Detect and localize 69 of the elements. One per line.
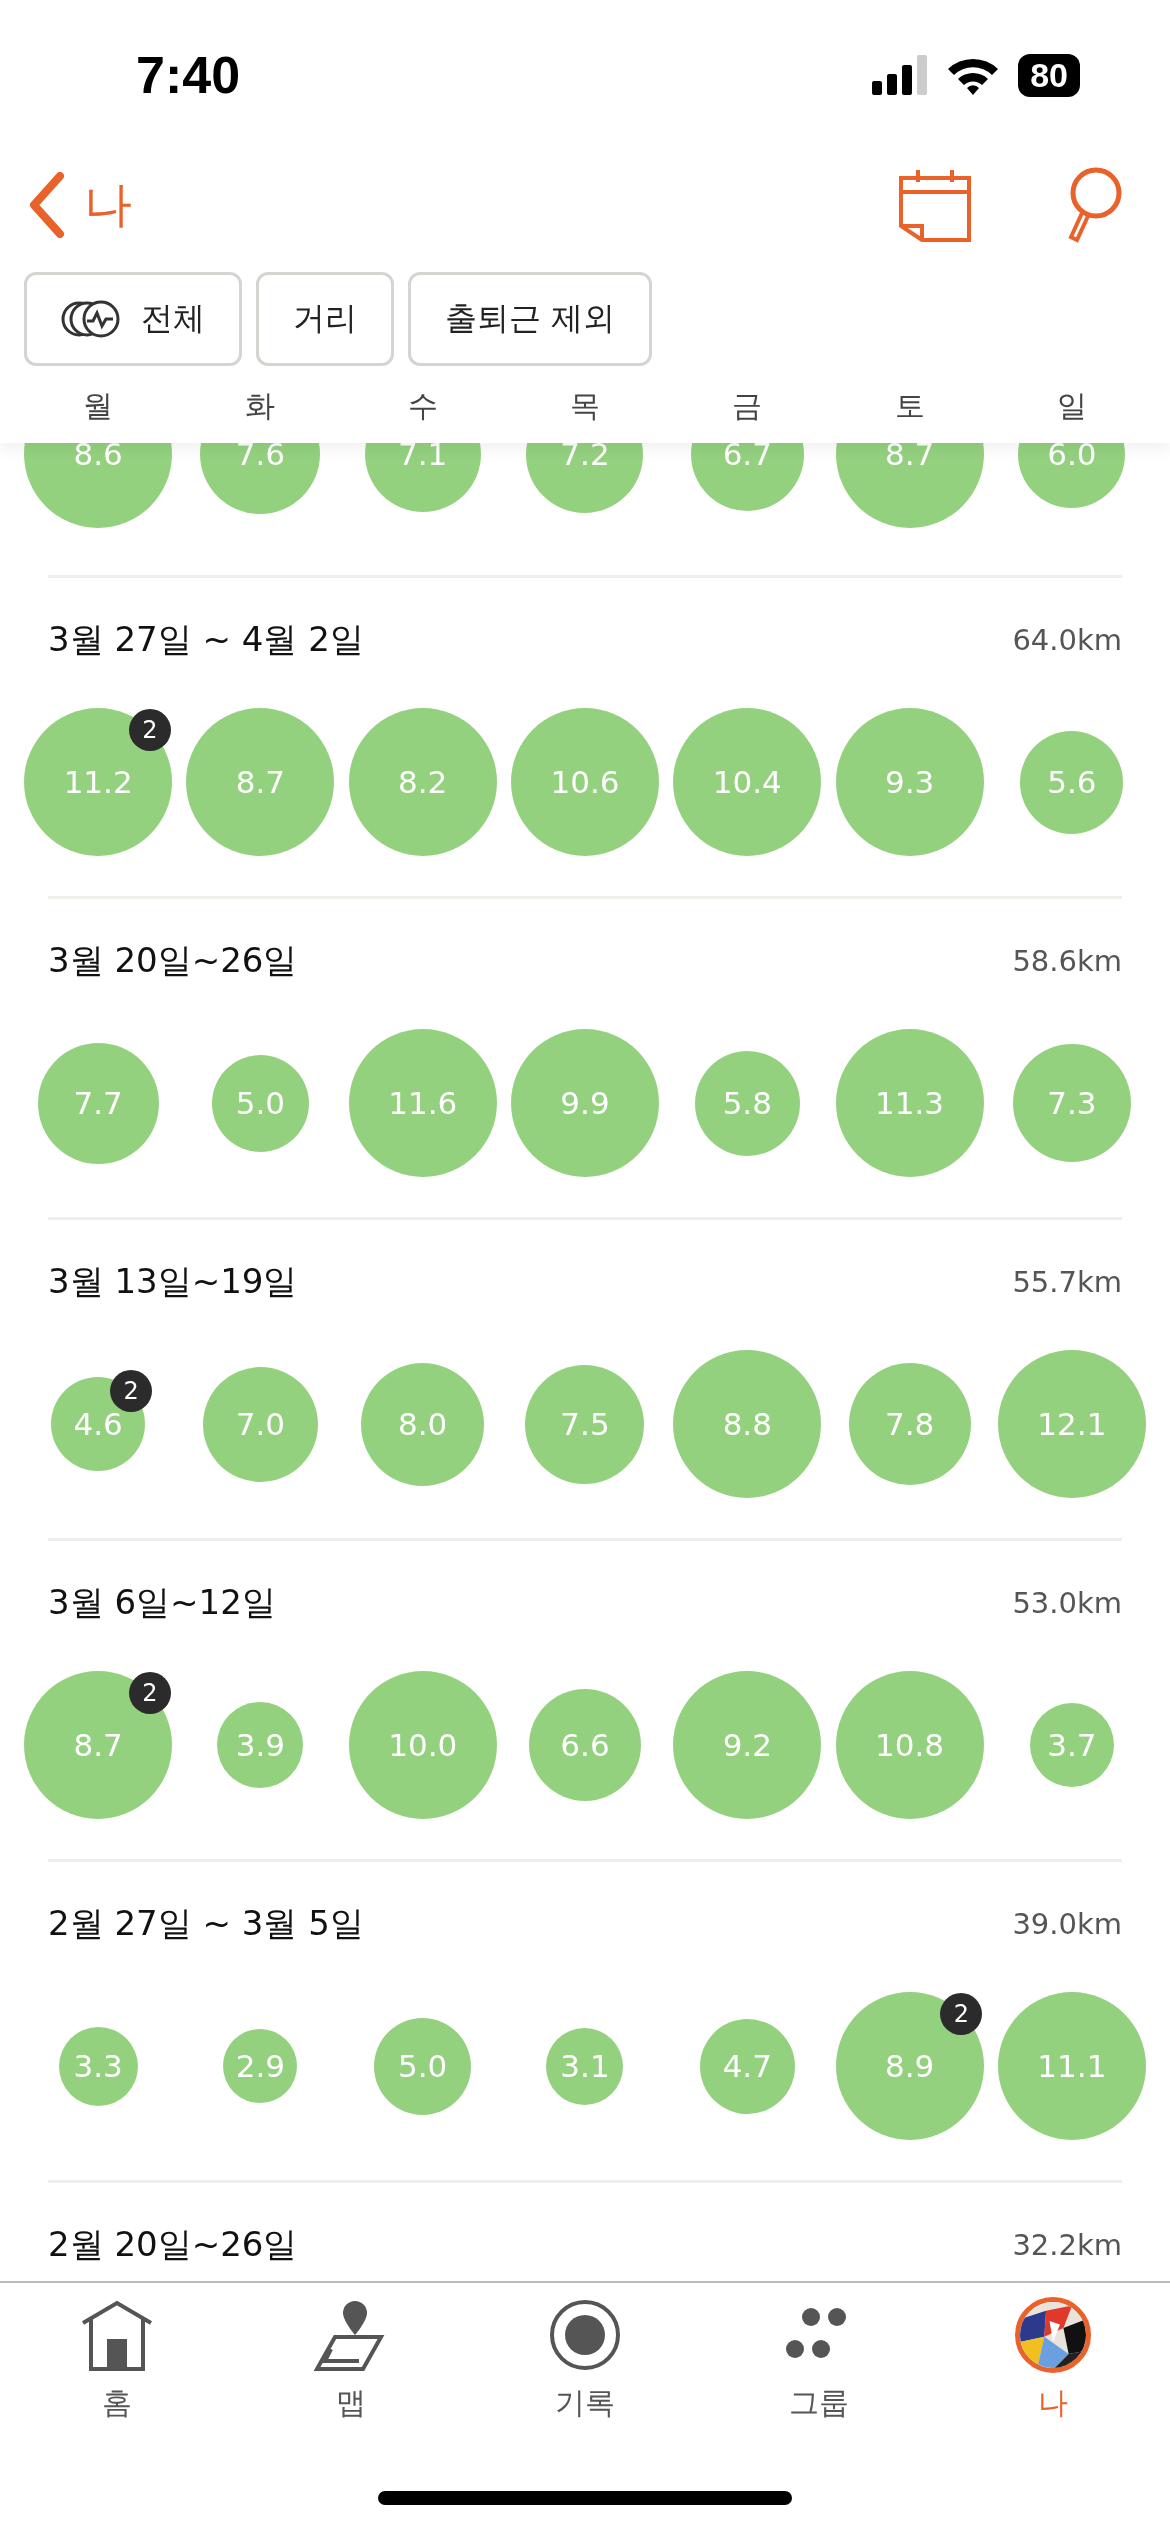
distance-bubble[interactable]: 6.6 <box>529 1689 641 1801</box>
tab-bar-item[interactable]: 맵 <box>234 2297 468 2424</box>
count-badge: 2 <box>128 709 171 752</box>
distance-bubble[interactable]: 11.6 <box>348 1029 497 1177</box>
distance-bubble[interactable]: 11.1 <box>997 1992 1146 2140</box>
weekday-label: 수 <box>406 387 439 425</box>
back-button[interactable]: 나 <box>26 172 132 238</box>
distance-bubble[interactable]: 8.2 <box>348 708 497 856</box>
distance-bubble[interactable]: 9.2 <box>673 1671 822 1819</box>
distance-bubble[interactable]: 4.7 <box>699 2018 795 2114</box>
distance-bubble[interactable]: 8.8 <box>673 1350 822 1498</box>
weekday-label: 토 <box>893 387 926 425</box>
distance-bubble[interactable]: 3.3 <box>58 2026 138 2106</box>
distance-bubble[interactable]: 9.3 <box>835 708 984 856</box>
tab-bar-item[interactable]: 그룹 <box>702 2297 936 2424</box>
week-distance: 58.6km <box>1012 944 1122 978</box>
distance-bubble[interactable]: 10.0 <box>348 1671 497 1819</box>
filter-chip[interactable]: 출퇴근 제외 <box>408 272 653 366</box>
week-distance: 39.0km <box>1012 1907 1122 1941</box>
distance-bubble[interactable]: 10.4 <box>673 708 822 856</box>
count-badge: 2 <box>110 1370 153 1413</box>
distance-bubble[interactable]: 3.9 <box>217 1702 304 1788</box>
weekday-label: 월 <box>82 387 115 425</box>
distance-bubble[interactable]: 3.7 <box>1029 1703 1114 1787</box>
weekday-label: 화 <box>244 387 277 425</box>
distance-bubble[interactable]: 8.0 <box>361 1362 485 1486</box>
distance-bubble[interactable]: 7.1 <box>364 443 481 512</box>
tab-bar-item[interactable]: 나 <box>936 2297 1170 2424</box>
filter-chip[interactable]: 거리 <box>256 272 394 366</box>
signal-icon <box>872 55 929 95</box>
week-title: 3월 27일 ~ 4월 2일 <box>48 618 364 661</box>
distance-bubble[interactable]: 9.9 <box>511 1029 659 1177</box>
distance-bubble[interactable]: 7.8 <box>848 1363 971 1485</box>
filter-chip[interactable]: 전체 <box>24 272 242 366</box>
tab-bar-item[interactable]: 홈 <box>0 2297 234 2424</box>
count-badge: 2 <box>940 1993 983 2036</box>
week-distance: 64.0km <box>1012 623 1122 657</box>
distance-bubble[interactable]: 5.0 <box>211 1054 309 1152</box>
record-icon <box>547 2297 623 2373</box>
distance-bubble[interactable]: 12.1 <box>997 1350 1146 1498</box>
week-title: 3월 13일~19일 <box>48 1260 298 1303</box>
battery-level: 80 <box>1018 53 1080 97</box>
distance-bubble[interactable]: 11.3 <box>835 1029 984 1177</box>
week-title: 3월 20일~26일 <box>48 939 298 982</box>
distance-bubble[interactable]: 8.7 <box>186 708 335 856</box>
weekday-label: 일 <box>1055 387 1088 425</box>
distance-bubble[interactable]: 7.7 <box>37 1042 159 1164</box>
week-title: 2월 20일~26일 <box>48 2223 298 2266</box>
distance-bubble[interactable]: 5.8 <box>694 1050 800 1156</box>
weekday-label: 금 <box>731 387 764 425</box>
week-distance: 55.7km <box>1012 1265 1122 1299</box>
distance-bubble[interactable]: 10.6 <box>511 708 659 856</box>
count-badge: 2 <box>128 1672 171 1715</box>
week-distance: 32.2km <box>1012 2228 1122 2262</box>
distance-bubble[interactable]: 5.0 <box>374 2017 472 2115</box>
distance-bubble[interactable]: 7.0 <box>202 1366 318 1482</box>
distance-bubble[interactable]: 2.9 <box>223 2029 298 2103</box>
calendar-icon[interactable] <box>898 168 972 242</box>
status-time: 7:40 <box>136 45 241 105</box>
week-distance: 53.0km <box>1012 1586 1122 1620</box>
distance-bubble[interactable]: 10.8 <box>835 1671 984 1819</box>
week-title: 2월 27일 ~ 3월 5일 <box>48 1902 364 1945</box>
weekday-label: 목 <box>569 387 601 425</box>
week-title: 3월 6일~12일 <box>48 1581 276 1624</box>
distance-bubble[interactable]: 7.3 <box>1012 1044 1131 1162</box>
distance-bubble[interactable]: 3.1 <box>546 2027 624 2105</box>
distance-bubble[interactable]: 5.6 <box>1020 730 1124 834</box>
distance-bubble[interactable]: 7.5 <box>525 1364 645 1484</box>
tab-bar-item[interactable]: 기록 <box>468 2297 702 2424</box>
